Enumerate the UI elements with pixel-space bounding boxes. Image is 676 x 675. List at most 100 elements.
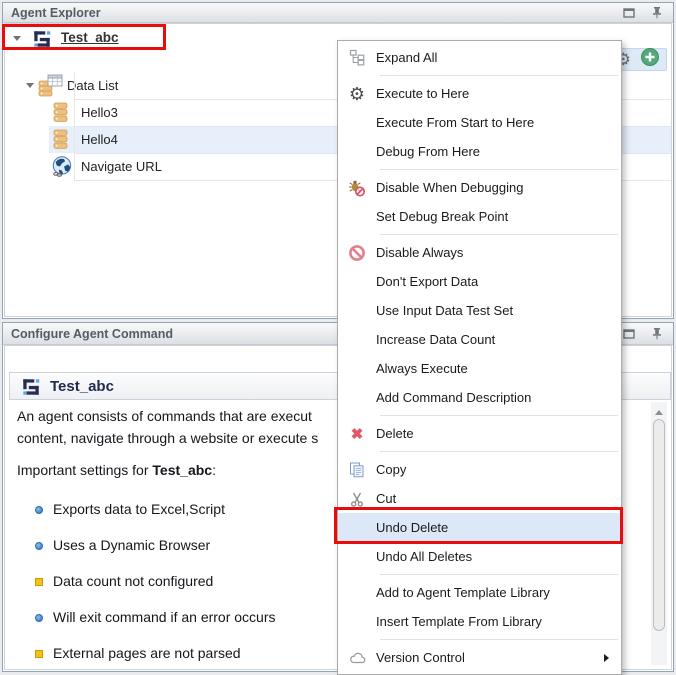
submenu-arrow-icon [604, 654, 609, 662]
menu-separator [380, 574, 618, 575]
menu-item-label: Debug From Here [376, 144, 480, 159]
context-menu: Expand All ⚙ Execute to Here Execute Fro… [337, 40, 622, 675]
expand-all-icon [338, 49, 376, 66]
menu-item-set-debug-break-point[interactable]: Set Debug Break Point [338, 202, 621, 231]
menu-item-label: Delete [376, 426, 414, 441]
restore-box-icon[interactable] [623, 328, 635, 339]
menu-item-label: Insert Template From Library [376, 614, 542, 629]
agent-icon [20, 376, 42, 403]
menu-item-copy[interactable]: Copy [338, 455, 621, 484]
scissors-icon [338, 491, 376, 507]
menu-item-label: Undo Delete [376, 520, 448, 535]
add-green-plus-icon[interactable] [640, 47, 660, 72]
collapse-arrow-icon[interactable] [26, 83, 34, 88]
database-icon [53, 102, 69, 128]
blue-dot-icon [35, 542, 43, 550]
pin-icon[interactable] [651, 327, 663, 340]
agent-description-line: An agent consists of commands that are e… [17, 408, 312, 424]
setting-item: Data count not configured [35, 573, 213, 593]
menu-item-disable-always[interactable]: Disable Always [338, 238, 621, 267]
menu-item-label: Disable When Debugging [376, 180, 523, 195]
setting-item: Exports data to Excel,Script [35, 501, 225, 521]
menu-item-use-input-data-test-set[interactable]: Use Input Data Test Set [338, 296, 621, 325]
yellow-square-icon [35, 650, 43, 658]
menu-item-execute-from-start[interactable]: Execute From Start to Here [338, 108, 621, 137]
menu-item-label: Don't Export Data [376, 274, 478, 289]
menu-item-label: Increase Data Count [376, 332, 495, 347]
menu-separator [380, 75, 618, 76]
menu-item-undo-all-deletes[interactable]: Undo All Deletes [338, 542, 621, 571]
menu-item-label: Disable Always [376, 245, 463, 260]
data-list-icon [38, 74, 63, 102]
menu-item-label: Undo All Deletes [376, 549, 472, 564]
menu-item-dont-export-data[interactable]: Don't Export Data [338, 267, 621, 296]
collapse-arrow-icon[interactable] [13, 36, 21, 41]
menu-item-label: Use Input Data Test Set [376, 303, 513, 318]
menu-item-label: Execute From Start to Here [376, 115, 534, 130]
menu-item-label: Execute to Here [376, 86, 469, 101]
cloud-icon [338, 650, 376, 665]
menu-item-debug-from-here[interactable]: Debug From Here [338, 137, 621, 166]
menu-separator [380, 639, 618, 640]
menu-item-undo-delete[interactable]: Undo Delete [338, 513, 621, 542]
blue-dot-icon [35, 614, 43, 622]
agent-explorer-titlebar: Agent Explorer [3, 3, 673, 23]
setting-text: Uses a Dynamic Browser [53, 537, 210, 553]
important-settings-heading: Important settings for Test_abc: [17, 462, 216, 478]
menu-item-label: Cut [376, 491, 396, 506]
menu-item-add-command-description[interactable]: Add Command Description [338, 383, 621, 412]
menu-item-version-control[interactable]: Version Control [338, 643, 621, 672]
menu-item-increase-data-count[interactable]: Increase Data Count [338, 325, 621, 354]
menu-separator [380, 234, 618, 235]
command-header-label: Test_abc [50, 373, 114, 400]
agent-icon [31, 28, 53, 55]
setting-text: External pages are not parsed [53, 645, 241, 661]
tree-label-root[interactable]: Test_abc [61, 30, 119, 45]
pin-icon[interactable] [651, 6, 663, 19]
menu-separator [380, 415, 618, 416]
menu-item-expand-all[interactable]: Expand All [338, 43, 621, 72]
menu-separator [380, 451, 618, 452]
menu-item-disable-when-debugging[interactable]: Disable When Debugging [338, 173, 621, 202]
agent-description-line: content, navigate through a website or e… [17, 430, 318, 446]
tree-label-hello4[interactable]: Hello4 [81, 132, 118, 147]
panel-title: Agent Explorer [11, 6, 101, 20]
panel-title: Configure Agent Command [11, 327, 173, 341]
menu-item-label: Expand All [376, 50, 437, 65]
setting-item: Will exit command if an error occurs [35, 609, 276, 629]
menu-item-label: Set Debug Break Point [376, 209, 508, 224]
yellow-square-icon [35, 578, 43, 586]
menu-item-label: Always Execute [376, 361, 468, 376]
disable-icon [338, 244, 376, 262]
setting-item: Uses a Dynamic Browser [35, 537, 210, 557]
tree-label-navigate-url[interactable]: Navigate URL [81, 159, 162, 174]
setting-text: Will exit command if an error occurs [53, 609, 276, 625]
tree-label-hello3[interactable]: Hello3 [81, 105, 118, 120]
gear-icon: ⚙ [338, 85, 376, 103]
database-icon [53, 129, 69, 155]
agent-name: Test_abc [152, 462, 212, 478]
setting-text: Exports data to Excel,Script [53, 501, 225, 517]
vertical-scrollbar[interactable] [651, 402, 667, 665]
scroll-up-arrow-icon[interactable] [655, 410, 663, 415]
menu-item-label: Version Control [376, 650, 465, 665]
menu-item-label: Add to Agent Template Library [376, 585, 550, 600]
menu-item-cut[interactable]: Cut [338, 484, 621, 513]
bug-disabled-icon [338, 179, 376, 197]
menu-item-label: Copy [376, 462, 406, 477]
setting-item: External pages are not parsed [35, 645, 241, 665]
menu-item-execute-to-here[interactable]: ⚙ Execute to Here [338, 79, 621, 108]
globe-url-icon [51, 155, 74, 183]
setting-text: Data count not configured [53, 573, 213, 589]
menu-item-always-execute[interactable]: Always Execute [338, 354, 621, 383]
menu-item-delete[interactable]: ✖ Delete [338, 419, 621, 448]
blue-dot-icon [35, 506, 43, 514]
delete-x-icon: ✖ [338, 425, 376, 443]
menu-item-add-to-agent-template-library[interactable]: Add to Agent Template Library [338, 578, 621, 607]
scrollbar-thumb[interactable] [653, 419, 665, 631]
restore-box-icon[interactable] [623, 7, 635, 18]
menu-item-label: Add Command Description [376, 390, 531, 405]
copy-icon [338, 462, 376, 478]
menu-separator [380, 169, 618, 170]
menu-item-insert-template-from-library[interactable]: Insert Template From Library [338, 607, 621, 636]
